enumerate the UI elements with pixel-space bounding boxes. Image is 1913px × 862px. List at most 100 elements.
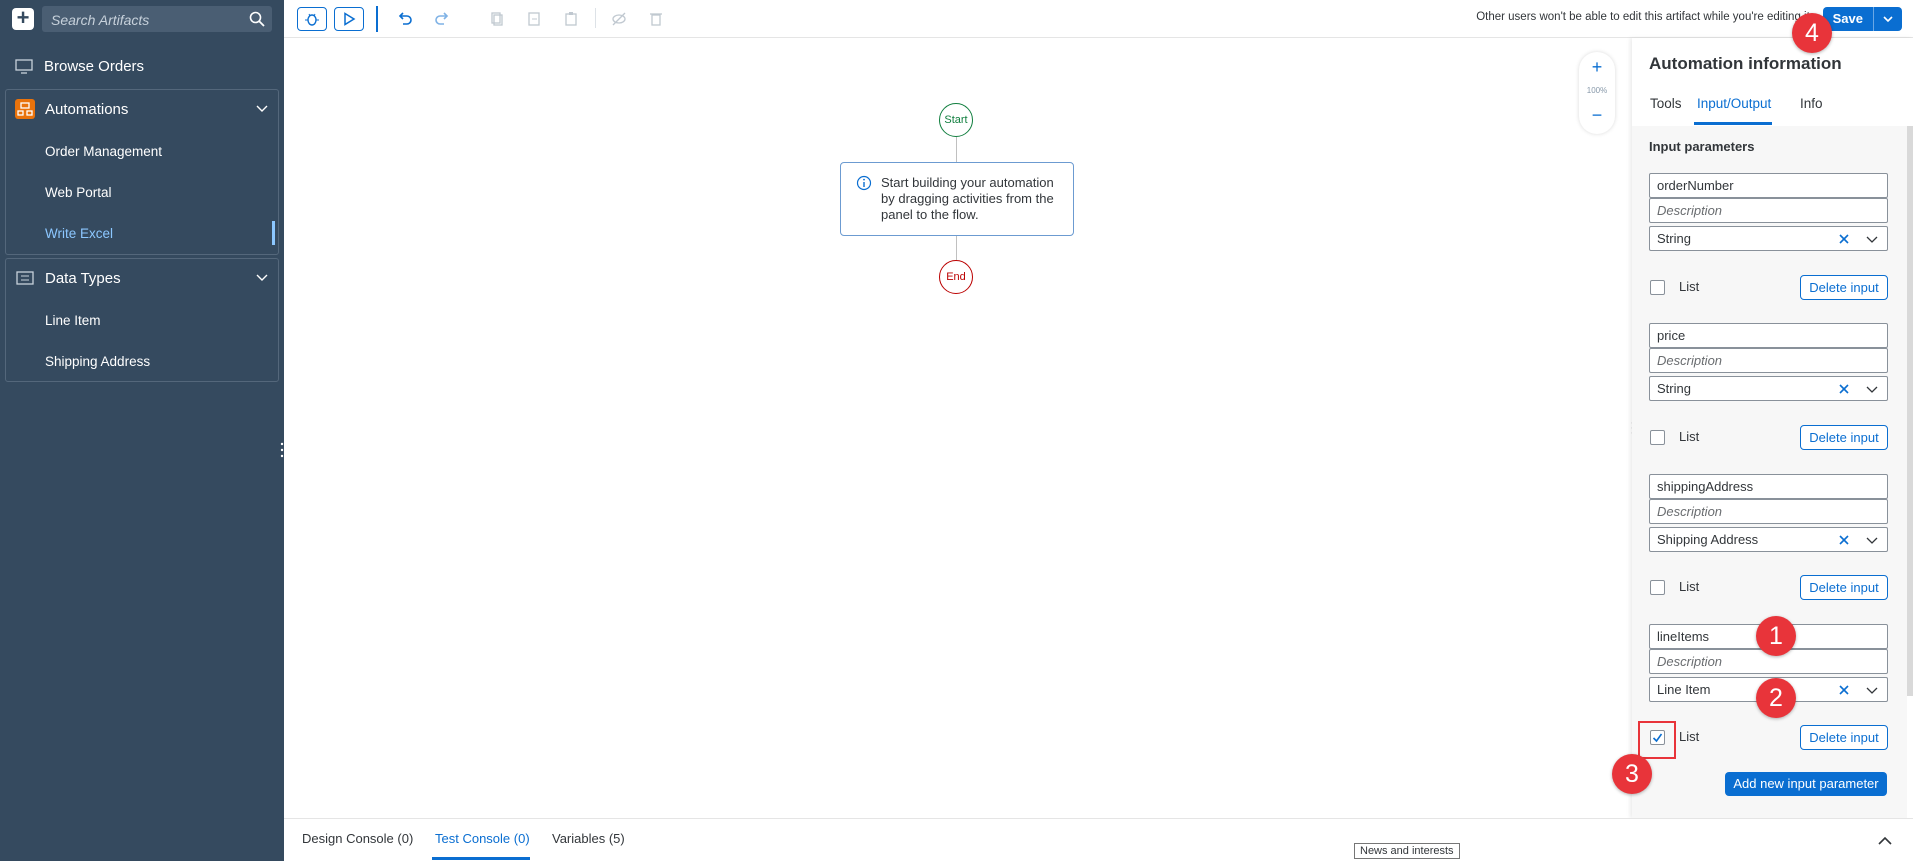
param-type-value: String: [1657, 231, 1691, 246]
data-types-group: Data Types Line Item Shipping Address: [5, 258, 279, 382]
hint-text: Start building your automation by draggi…: [881, 175, 1054, 222]
undo-icon: [398, 12, 412, 25]
automations-label: Automations: [45, 100, 129, 118]
disable-button[interactable]: [604, 7, 634, 31]
cut-icon: [528, 12, 540, 26]
tab-design-console[interactable]: Design Console (0): [302, 831, 413, 846]
run-button[interactable]: [334, 7, 364, 31]
delete-button[interactable]: [641, 7, 671, 31]
zoom-control: + 100% −: [1579, 52, 1615, 134]
param-type-value: String: [1657, 381, 1691, 396]
tab-test-console[interactable]: Test Console (0): [435, 831, 530, 846]
toolbar: Other users won't be able to edit this a…: [284, 0, 1913, 38]
redo-icon: [435, 12, 449, 25]
zoom-level[interactable]: 100%: [1579, 86, 1615, 95]
chevron-down-icon[interactable]: [255, 102, 269, 116]
redo-button[interactable]: [427, 7, 457, 31]
data-type-icon: [16, 271, 34, 285]
param-type-select[interactable]: String: [1649, 226, 1888, 251]
highlight-box: [1638, 721, 1676, 759]
cut-button[interactable]: [519, 7, 549, 31]
delete-input-button[interactable]: Delete input: [1800, 425, 1888, 450]
list-label: List: [1679, 429, 1700, 444]
search-input[interactable]: [49, 6, 243, 34]
active-tab-indicator: [1694, 122, 1772, 125]
tab-variables[interactable]: Variables (5): [552, 831, 625, 846]
toolbar-divider: [595, 8, 596, 28]
annotation-badge-1: 1: [1756, 616, 1796, 656]
copy-icon: [491, 12, 503, 26]
undo-button[interactable]: [390, 7, 420, 31]
sidebar-item-write-excel[interactable]: Write Excel: [45, 226, 113, 241]
delete-input-button[interactable]: Delete input: [1800, 275, 1888, 300]
sidebar-item-web-portal[interactable]: Web Portal: [45, 185, 112, 200]
search-icon[interactable]: [248, 10, 266, 28]
tab-input-output[interactable]: Input/Output: [1697, 96, 1771, 111]
paste-button[interactable]: [556, 7, 586, 31]
list-label: List: [1679, 729, 1700, 744]
param-name-field[interactable]: price: [1649, 323, 1888, 348]
clear-icon[interactable]: [1837, 533, 1851, 547]
tab-info[interactable]: Info: [1800, 96, 1823, 111]
clear-icon[interactable]: [1837, 683, 1851, 697]
delete-input-button[interactable]: Delete input: [1800, 725, 1888, 750]
zoom-in-button[interactable]: +: [1579, 58, 1615, 78]
panel-scrollbar[interactable]: [1907, 126, 1913, 696]
delete-input-button[interactable]: Delete input: [1800, 575, 1888, 600]
list-label: List: [1679, 579, 1700, 594]
active-tab-indicator: [432, 857, 530, 860]
info-icon: [856, 175, 872, 191]
sidebar-item-shipping-address[interactable]: Shipping Address: [45, 354, 150, 369]
end-node[interactable]: End: [939, 260, 973, 294]
monitor-icon: [15, 59, 33, 74]
save-menu-button[interactable]: [1873, 7, 1902, 31]
list-checkbox[interactable]: [1650, 430, 1665, 445]
add-input-parameter-button[interactable]: Add new input parameter: [1725, 772, 1887, 796]
data-types-header[interactable]: Data Types: [1, 259, 285, 297]
list-checkbox[interactable]: [1650, 280, 1665, 295]
automation-canvas[interactable]: Start Start building your automation by …: [284, 38, 1635, 818]
chevron-down-icon[interactable]: [1865, 383, 1879, 397]
selected-indicator: [272, 221, 275, 245]
add-artifact-button[interactable]: +: [12, 7, 34, 30]
param-description-field[interactable]: Description: [1649, 198, 1888, 223]
param-type-select[interactable]: Shipping Address: [1649, 527, 1888, 552]
param-name-field[interactable]: orderNumber: [1649, 173, 1888, 198]
toolbar-divider: [376, 6, 378, 32]
flow-connector: [956, 236, 957, 260]
clear-icon[interactable]: [1837, 232, 1851, 246]
chevron-down-icon[interactable]: [1865, 534, 1879, 548]
clear-icon[interactable]: [1837, 382, 1851, 396]
zoom-out-button[interactable]: −: [1579, 106, 1615, 126]
debug-button[interactable]: [297, 7, 327, 31]
news-tooltip: News and interests: [1354, 843, 1460, 859]
param-name-field[interactable]: shippingAddress: [1649, 474, 1888, 499]
automation-icon: [15, 99, 35, 119]
sidebar-header: +: [0, 0, 284, 38]
list-checkbox[interactable]: [1650, 580, 1665, 595]
data-types-label: Data Types: [45, 269, 121, 287]
chevron-down-icon[interactable]: [1865, 233, 1879, 247]
sidebar-item-label: Browse Orders: [44, 57, 145, 75]
param-type-select[interactable]: String: [1649, 376, 1888, 401]
tab-tools[interactable]: Tools: [1650, 96, 1682, 111]
start-node[interactable]: Start: [939, 103, 973, 137]
sidebar-item-order-management[interactable]: Order Management: [45, 144, 162, 159]
chevron-down-icon[interactable]: [1865, 684, 1879, 698]
sidebar-item-browse-orders[interactable]: Browse Orders: [0, 51, 284, 81]
hide-icon: [612, 12, 626, 26]
bug-icon: [305, 13, 319, 26]
chevron-down-icon[interactable]: [255, 271, 269, 285]
param-description-field[interactable]: Description: [1649, 348, 1888, 373]
param-type-value: Line Item: [1657, 682, 1711, 697]
automations-group: Automations Order Management Web Portal …: [5, 89, 279, 255]
artifact-search[interactable]: [42, 6, 272, 34]
param-description-field[interactable]: Description: [1649, 499, 1888, 524]
sidebar-item-line-item[interactable]: Line Item: [45, 313, 101, 328]
param-type-value: Shipping Address: [1657, 532, 1759, 547]
automations-header[interactable]: Automations: [1, 90, 285, 128]
save-split-button[interactable]: Save: [1822, 7, 1902, 31]
chevron-up-icon[interactable]: [1877, 835, 1893, 847]
copy-button[interactable]: [482, 7, 512, 31]
annotation-badge-2: 2: [1756, 678, 1796, 718]
